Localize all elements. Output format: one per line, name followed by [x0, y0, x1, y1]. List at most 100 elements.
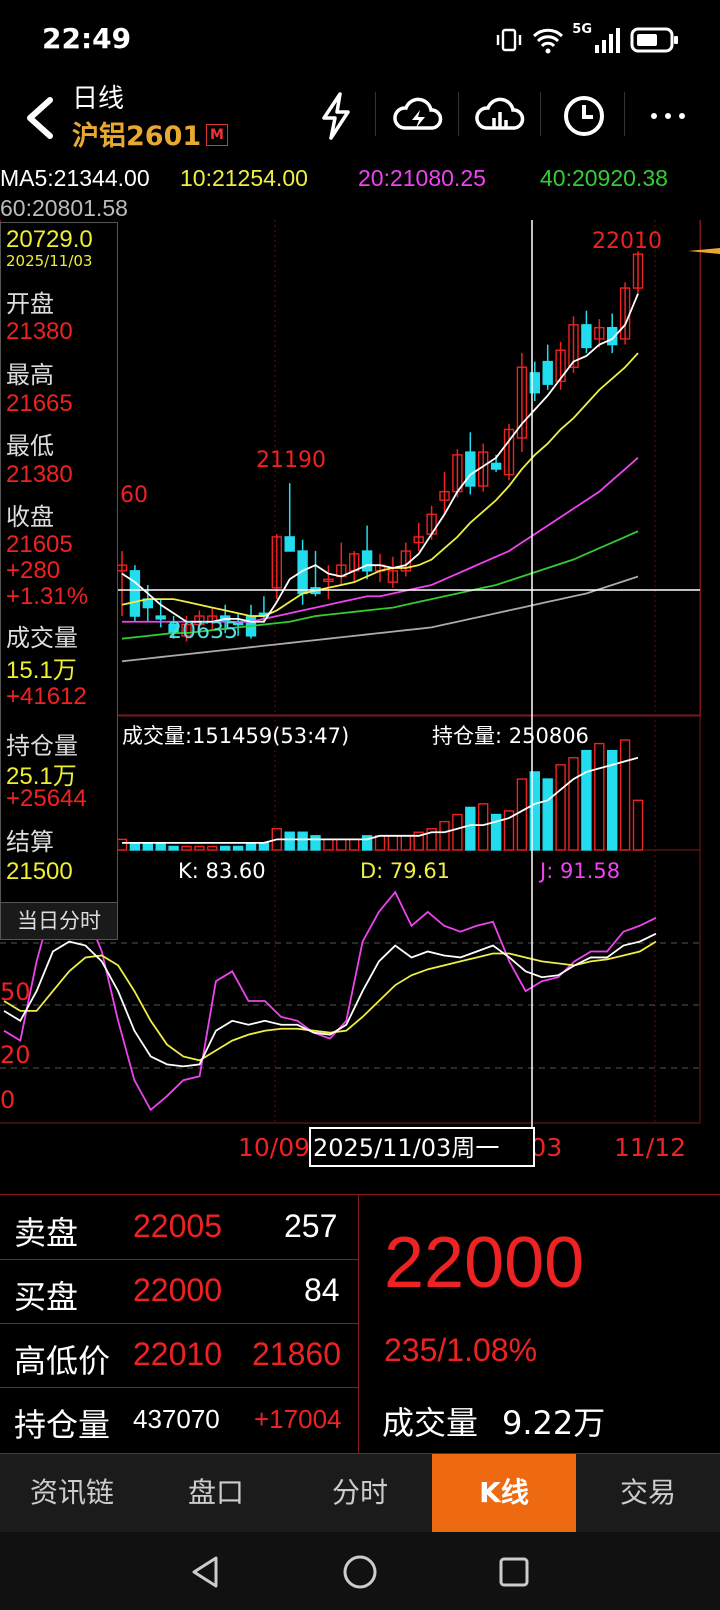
ma40-value: 40:20920.38	[540, 165, 668, 191]
wifi-icon	[533, 28, 564, 54]
candle-body	[490, 462, 502, 470]
volume-bar	[465, 806, 476, 851]
ma20-line	[122, 457, 639, 623]
open-label: 开盘	[6, 290, 54, 318]
kdj-j: J: 91.58	[538, 859, 620, 883]
volume-bar	[155, 842, 166, 851]
chart-period[interactable]: 日线	[72, 78, 124, 115]
open-interest-text: 持仓量: 250806	[432, 724, 589, 748]
nav-back-icon[interactable]	[186, 1552, 226, 1592]
volume-bar	[581, 749, 592, 851]
ma5-value: MA5:21344.00	[0, 165, 150, 191]
high-label: 最高	[6, 361, 54, 389]
ma20-value: 20:21080.25	[358, 165, 486, 191]
volume-bar	[439, 820, 450, 851]
volume-bar	[129, 842, 141, 851]
volume-bar	[297, 831, 308, 851]
ma10-value: 10:21254.00	[180, 165, 308, 191]
volume-bar	[310, 835, 321, 851]
cursor-price: 20729.0	[6, 226, 93, 253]
left-price-label: 60	[120, 483, 148, 508]
battery-icon	[630, 27, 678, 53]
settle-label: 结算	[6, 828, 54, 856]
volume-text: 成交量:151459(53:47)	[122, 724, 349, 748]
quote-volume-label: 成交量	[382, 1404, 479, 1442]
more-icon[interactable]	[640, 88, 696, 144]
contract-name[interactable]: 沪铝2601	[72, 114, 201, 153]
tab-news-chain[interactable]: 资讯链	[0, 1454, 144, 1532]
candle-body	[129, 570, 141, 617]
kdj-k: K: 83.60	[178, 859, 266, 883]
oi-label: 持仓量	[14, 1406, 111, 1444]
volume-bar	[619, 739, 631, 851]
volume-bar	[349, 838, 360, 851]
status-time: 22:49	[42, 22, 132, 55]
volume-bar	[387, 835, 399, 851]
close-change: +280	[6, 557, 61, 584]
tab-timeshare[interactable]: 分时	[288, 1454, 432, 1532]
candle-body	[542, 360, 553, 385]
last-price: 22000	[384, 1223, 585, 1303]
kdj-d-line	[3, 940, 657, 1062]
kdj-tick: 50	[0, 978, 31, 1006]
volume-bar	[568, 757, 579, 851]
peak-price-label: 21190	[256, 448, 326, 473]
volume-bar	[219, 845, 231, 851]
oi-change: +25644	[6, 785, 87, 812]
cloud-sync-icon[interactable]	[390, 88, 446, 144]
volume-bar	[284, 831, 295, 851]
crosshair	[118, 220, 700, 1128]
high-value: 21665	[6, 390, 73, 417]
candle-body	[361, 550, 373, 572]
tab-kline[interactable]: K线	[432, 1454, 576, 1532]
ma60-value: 60:20801.58	[0, 195, 128, 221]
divider	[358, 1194, 359, 1454]
buy-qty: 84	[304, 1272, 340, 1308]
cursor-date-text: 2025/11/03	[6, 252, 93, 270]
tab-trade[interactable]: 交易	[576, 1454, 720, 1532]
price-marker	[688, 248, 720, 254]
close-label: 收盘	[6, 503, 54, 531]
lightning-icon[interactable]	[308, 88, 364, 144]
close-percent: +1.31%	[6, 583, 89, 610]
vibrate-icon	[497, 28, 522, 52]
candles	[116, 251, 644, 642]
volume-bar	[516, 778, 528, 851]
volume-bar	[478, 803, 489, 851]
day-low: 21860	[252, 1336, 341, 1372]
sell-label: 卖盘	[14, 1214, 79, 1252]
nav-recents-icon[interactable]	[494, 1552, 534, 1592]
candle-body	[284, 536, 295, 552]
quote-volume-value: 9.22万	[502, 1404, 606, 1442]
volume-bar	[181, 845, 192, 851]
clock-icon[interactable]	[556, 88, 612, 144]
volume-bar	[207, 845, 218, 851]
back-arrow-icon[interactable]	[10, 88, 70, 148]
today-timeshare-button[interactable]: 当日分时	[0, 902, 118, 940]
oi-change: +17004	[254, 1404, 342, 1434]
volume-value: 15.1万	[6, 657, 77, 684]
volume-change: +41612	[6, 683, 87, 710]
volume-bar	[452, 813, 463, 851]
candle-body	[465, 451, 476, 487]
volume-bar	[258, 842, 270, 851]
open-interest-line	[122, 756, 639, 844]
cloud-chart-icon[interactable]	[472, 88, 528, 144]
kdj-d: D: 79.61	[360, 859, 450, 883]
tab-order-book[interactable]: 盘口	[144, 1454, 288, 1532]
settle-value: 21500	[6, 858, 73, 885]
volume-bar	[542, 778, 553, 851]
header-divider	[540, 92, 541, 136]
candle-body	[581, 324, 592, 349]
volume-bar	[632, 799, 644, 851]
volume-bar	[323, 838, 334, 851]
date-label-left: 10/09	[238, 1133, 310, 1162]
buy-label: 买盘	[14, 1278, 79, 1316]
status-icons: 5G	[494, 22, 680, 58]
nav-home-icon[interactable]	[340, 1552, 380, 1592]
volume-label: 成交量	[6, 624, 78, 652]
sell-qty: 257	[284, 1208, 338, 1244]
volume-bar	[194, 845, 205, 851]
high-low-label: 高低价	[14, 1342, 111, 1380]
volume-bar	[555, 764, 566, 851]
